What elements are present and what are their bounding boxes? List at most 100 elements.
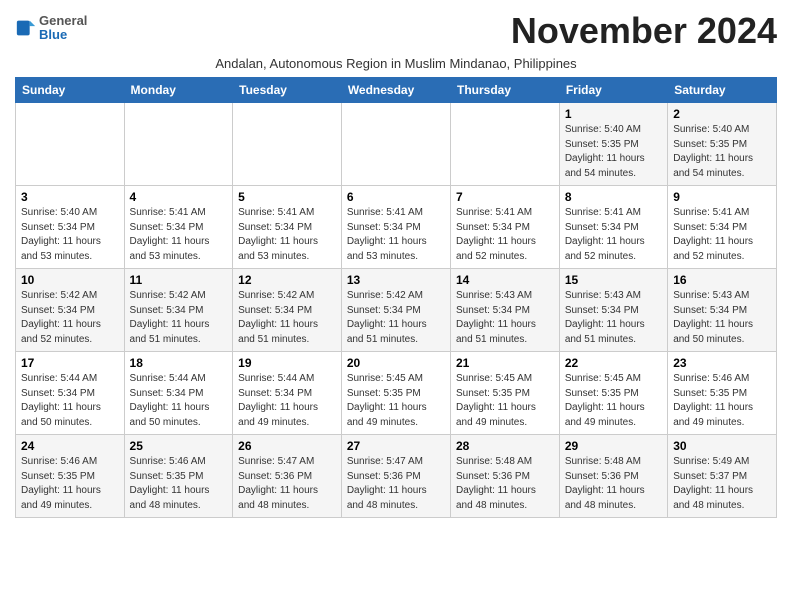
calendar-week-row: 24 Sunrise: 5:46 AM Sunset: 5:35 PM Dayli…: [16, 435, 777, 518]
calendar-cell: 20 Sunrise: 5:45 AM Sunset: 5:35 PM Dayli…: [341, 352, 450, 435]
day-info: Sunrise: 5:47 AM Sunset: 5:36 PM Dayligh…: [238, 455, 336, 513]
day-info: Sunrise: 5:42 AM Sunset: 5:34 PM Dayligh…: [347, 289, 445, 347]
calendar-cell: 1 Sunrise: 5:40 AM Sunset: 5:35 PM Daylig…: [559, 103, 667, 186]
day-info: Sunrise: 5:46 AM Sunset: 5:35 PM Dayligh…: [673, 372, 771, 430]
calendar-cell: 3Sunrise: 5:40 AM Sunset: 5:34 PM Daylig…: [16, 186, 125, 269]
day-number: 3: [21, 190, 119, 204]
day-number: 6: [347, 190, 445, 204]
day-info: Sunrise: 5:45 AM Sunset: 5:35 PM Dayligh…: [347, 372, 445, 430]
calendar-cell: 14 Sunrise: 5:43 AM Sunset: 5:34 PM Dayli…: [450, 269, 559, 352]
calendar-week-row: 3Sunrise: 5:40 AM Sunset: 5:34 PM Daylig…: [16, 186, 777, 269]
day-number: 18: [130, 356, 228, 370]
day-info: Sunrise: 5:41 AM Sunset: 5:34 PM Dayligh…: [238, 206, 336, 264]
day-info: Sunrise: 5:43 AM Sunset: 5:34 PM Dayligh…: [673, 289, 771, 347]
day-info: Sunrise: 5:43 AM Sunset: 5:34 PM Dayligh…: [456, 289, 554, 347]
day-number: 22: [565, 356, 662, 370]
calendar-cell: 12 Sunrise: 5:42 AM Sunset: 5:34 PM Dayli…: [233, 269, 342, 352]
day-number: 29: [565, 439, 662, 453]
calendar-cell: 23 Sunrise: 5:46 AM Sunset: 5:35 PM Dayli…: [668, 352, 777, 435]
calendar-cell: 8 Sunrise: 5:41 AM Sunset: 5:34 PM Daylig…: [559, 186, 667, 269]
calendar-cell: 4 Sunrise: 5:41 AM Sunset: 5:34 PM Daylig…: [124, 186, 233, 269]
day-number: 16: [673, 273, 771, 287]
day-number: 13: [347, 273, 445, 287]
logo-blue: Blue: [39, 28, 87, 42]
day-number: 7: [456, 190, 554, 204]
calendar-cell: 24 Sunrise: 5:46 AM Sunset: 5:35 PM Dayli…: [16, 435, 125, 518]
day-number: 19: [238, 356, 336, 370]
calendar-cell: 25Sunrise: 5:46 AM Sunset: 5:35 PM Dayli…: [124, 435, 233, 518]
calendar-cell: 10Sunrise: 5:42 AM Sunset: 5:34 PM Dayli…: [16, 269, 125, 352]
subtitle: Andalan, Autonomous Region in Muslim Min…: [15, 56, 777, 71]
calendar-cell: 9Sunrise: 5:41 AM Sunset: 5:34 PM Daylig…: [668, 186, 777, 269]
calendar-table: SundayMondayTuesdayWednesdayThursdayFrid…: [15, 77, 777, 518]
day-number: 12: [238, 273, 336, 287]
calendar-cell: 16 Sunrise: 5:43 AM Sunset: 5:34 PM Dayli…: [668, 269, 777, 352]
header-day-tuesday: Tuesday: [233, 78, 342, 103]
logo-icon: [15, 17, 37, 39]
day-number: 17: [21, 356, 119, 370]
day-number: 15: [565, 273, 662, 287]
calendar-cell: 11 Sunrise: 5:42 AM Sunset: 5:34 PM Dayli…: [124, 269, 233, 352]
day-number: 2: [673, 107, 771, 121]
header-day-thursday: Thursday: [450, 78, 559, 103]
calendar-cell: 5Sunrise: 5:41 AM Sunset: 5:34 PM Daylig…: [233, 186, 342, 269]
day-info: Sunrise: 5:44 AM Sunset: 5:34 PM Dayligh…: [130, 372, 228, 430]
day-number: 14: [456, 273, 554, 287]
day-number: 4: [130, 190, 228, 204]
calendar-cell: 18 Sunrise: 5:44 AM Sunset: 5:34 PM Dayli…: [124, 352, 233, 435]
day-info: Sunrise: 5:41 AM Sunset: 5:34 PM Dayligh…: [565, 206, 662, 264]
calendar-week-row: 10Sunrise: 5:42 AM Sunset: 5:34 PM Dayli…: [16, 269, 777, 352]
calendar-cell: 22Sunrise: 5:45 AM Sunset: 5:35 PM Dayli…: [559, 352, 667, 435]
calendar-week-row: 17 Sunrise: 5:44 AM Sunset: 5:34 PM Dayli…: [16, 352, 777, 435]
day-info: Sunrise: 5:42 AM Sunset: 5:34 PM Dayligh…: [238, 289, 336, 347]
header-day-friday: Friday: [559, 78, 667, 103]
day-number: 21: [456, 356, 554, 370]
calendar-cell: [233, 103, 342, 186]
day-number: 27: [347, 439, 445, 453]
day-info: Sunrise: 5:42 AM Sunset: 5:34 PM Dayligh…: [130, 289, 228, 347]
day-number: 28: [456, 439, 554, 453]
day-number: 1: [565, 107, 662, 121]
day-info: Sunrise: 5:46 AM Sunset: 5:35 PM Dayligh…: [130, 455, 228, 513]
logo-general: General: [39, 14, 87, 28]
day-number: 30: [673, 439, 771, 453]
header-day-sunday: Sunday: [16, 78, 125, 103]
calendar-header-row: SundayMondayTuesdayWednesdayThursdayFrid…: [16, 78, 777, 103]
calendar-cell: 29 Sunrise: 5:48 AM Sunset: 5:36 PM Dayli…: [559, 435, 667, 518]
header: General Blue November 2024: [15, 10, 777, 52]
calendar-cell: 17 Sunrise: 5:44 AM Sunset: 5:34 PM Dayli…: [16, 352, 125, 435]
logo: General Blue: [15, 14, 87, 43]
calendar-cell: 27Sunrise: 5:47 AM Sunset: 5:36 PM Dayli…: [341, 435, 450, 518]
day-info: Sunrise: 5:44 AM Sunset: 5:34 PM Dayligh…: [238, 372, 336, 430]
calendar-cell: [450, 103, 559, 186]
day-info: Sunrise: 5:44 AM Sunset: 5:34 PM Dayligh…: [21, 372, 119, 430]
day-number: 11: [130, 273, 228, 287]
calendar-cell: 19 Sunrise: 5:44 AM Sunset: 5:34 PM Dayli…: [233, 352, 342, 435]
day-info: Sunrise: 5:48 AM Sunset: 5:36 PM Dayligh…: [565, 455, 662, 513]
calendar-cell: 21Sunrise: 5:45 AM Sunset: 5:35 PM Dayli…: [450, 352, 559, 435]
day-info: Sunrise: 5:41 AM Sunset: 5:34 PM Dayligh…: [456, 206, 554, 264]
day-number: 20: [347, 356, 445, 370]
day-info: Sunrise: 5:48 AM Sunset: 5:36 PM Dayligh…: [456, 455, 554, 513]
day-number: 8: [565, 190, 662, 204]
day-info: Sunrise: 5:40 AM Sunset: 5:35 PM Dayligh…: [565, 123, 662, 181]
day-number: 24: [21, 439, 119, 453]
calendar-cell: 6 Sunrise: 5:41 AM Sunset: 5:34 PM Daylig…: [341, 186, 450, 269]
logo-text: General Blue: [39, 14, 87, 43]
calendar-cell: 7 Sunrise: 5:41 AM Sunset: 5:34 PM Daylig…: [450, 186, 559, 269]
header-day-wednesday: Wednesday: [341, 78, 450, 103]
day-number: 23: [673, 356, 771, 370]
day-info: Sunrise: 5:42 AM Sunset: 5:34 PM Dayligh…: [21, 289, 119, 347]
calendar-cell: 2Sunrise: 5:40 AM Sunset: 5:35 PM Daylig…: [668, 103, 777, 186]
day-number: 9: [673, 190, 771, 204]
day-info: Sunrise: 5:41 AM Sunset: 5:34 PM Dayligh…: [347, 206, 445, 264]
calendar-cell: [341, 103, 450, 186]
calendar-cell: 28 Sunrise: 5:48 AM Sunset: 5:36 PM Dayli…: [450, 435, 559, 518]
calendar-cell: 26Sunrise: 5:47 AM Sunset: 5:36 PM Dayli…: [233, 435, 342, 518]
calendar-cell: 30 Sunrise: 5:49 AM Sunset: 5:37 PM Dayli…: [668, 435, 777, 518]
calendar-cell: 15Sunrise: 5:43 AM Sunset: 5:34 PM Dayli…: [559, 269, 667, 352]
day-info: Sunrise: 5:41 AM Sunset: 5:34 PM Dayligh…: [130, 206, 228, 264]
calendar-cell: [124, 103, 233, 186]
day-info: Sunrise: 5:46 AM Sunset: 5:35 PM Dayligh…: [21, 455, 119, 513]
day-info: Sunrise: 5:49 AM Sunset: 5:37 PM Dayligh…: [673, 455, 771, 513]
